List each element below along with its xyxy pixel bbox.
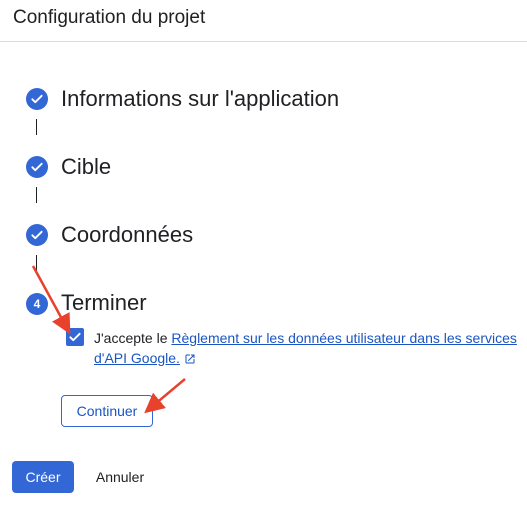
annotation-overlay	[31, 265, 186, 414]
continue-button[interactable]: Continuer	[61, 395, 153, 427]
step-4-number: 4	[33, 297, 41, 311]
step-connector	[36, 119, 37, 135]
step-2-label: Cible	[61, 154, 112, 179]
create-button[interactable]: Créer	[12, 461, 74, 493]
open-in-new-icon[interactable]	[184, 353, 196, 365]
step-1-label: Informations sur l'application	[61, 86, 340, 111]
terms-checkbox[interactable]	[66, 328, 84, 346]
step-2-check-icon	[26, 156, 48, 178]
terms-text: J'accepte le Règlement sur les données u…	[94, 328, 520, 368]
page-header: Configuration du projet	[0, 0, 527, 42]
step-4-number-badge: 4	[26, 293, 48, 315]
step-connector	[36, 255, 37, 271]
terms-prefix: J'accepte le	[94, 330, 172, 346]
checkbox-check-icon	[69, 332, 81, 342]
step-4-label: Terminer	[61, 290, 147, 315]
page-title: Configuration du projet	[13, 7, 206, 28]
step-connector	[36, 187, 37, 203]
step-3-label: Coordonnées	[61, 222, 194, 247]
cancel-button[interactable]: Annuler	[86, 461, 154, 493]
step-3-check-icon	[26, 224, 48, 246]
step-1-check-icon	[26, 88, 48, 110]
annotation-arrow-to-continue	[144, 378, 186, 414]
